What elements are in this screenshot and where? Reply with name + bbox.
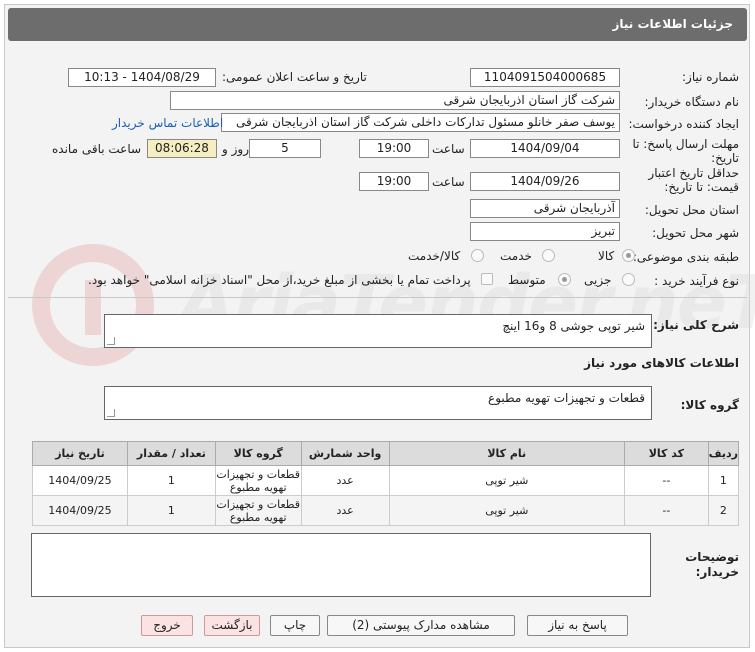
table-cell: عدد [300,495,390,526]
print-button[interactable]: چاپ [270,615,320,636]
table-cell: 1 [126,465,216,496]
process-radio-medium[interactable] [558,273,571,286]
table-cell: 1 [126,495,216,526]
validity-label: حداقل تاریخ اعتبار قیمت: تا تاریخ: [648,166,739,194]
goods-group-label: گروه کالا: [680,398,739,412]
buyer-notes-field [31,533,651,597]
category-radio-service[interactable] [542,249,555,262]
buyer-org-field: شرکت گاز استان اذربایجان شرقی [170,91,620,110]
deadline-label: مهلت ارسال پاسخ: تا تاریخ: [632,137,739,165]
table-cell: -- [623,465,709,496]
need-number-field: 1104091504000685 [470,68,620,87]
header-bar: جزئیات اطلاعات نیاز [8,8,747,41]
need-number-label: شماره نیاز: [682,70,739,84]
goods-section-title: اطلاعات کالاهای مورد نیاز [584,356,739,370]
table-cell: شیر توپی [388,495,625,526]
table-row: 1 -- شیر توپی عدد قطعات و تجهیزات تهویه … [32,465,740,496]
remaining-time-field: 08:06:28 [147,139,217,158]
buyer-org-label: نام دستگاه خریدار: [644,95,740,109]
table-cell: -- [623,495,709,526]
province-label: استان محل تحویل: [644,203,739,217]
announce-field: 1404/08/29 - 10:13 [68,68,216,87]
table-row: 2 -- شیر توپی عدد قطعات و تجهیزات تهویه … [32,495,740,526]
category-option-service: خدمت [500,249,532,263]
attachments-button[interactable]: مشاهده مدارک پیوستی (2) [327,615,515,636]
city-label: شهر محل تحویل: [652,226,739,240]
validity-time-field: 19:00 [359,172,429,191]
days-and-label: روز و [222,142,249,156]
deadline-time-label: ساعت [432,142,465,156]
section-divider [8,297,747,298]
column-header: نام کالا [388,441,625,466]
creator-field: یوسف صفر خانلو مسئول تدارکات داخلی شرکت … [221,113,620,132]
process-option-medium: متوسط [508,273,546,287]
goods-group-field: قطعات و تجهیزات تهویه مطبوع [104,386,652,420]
treasury-payment-checkbox[interactable] [481,273,493,285]
resize-handle-icon[interactable] [107,409,115,417]
table-cell: شیر توپی [388,465,625,496]
back-button[interactable]: بازگشت [204,615,260,636]
treasury-payment-note: پرداخت تمام یا بخشی از مبلغ خرید،از محل … [88,273,471,287]
category-option-goods: کالا [598,249,615,263]
table-cell: 1 [707,465,740,496]
announce-label: تاریخ و ساعت اعلان عمومی: [222,70,367,84]
table-cell: قطعات و تجهیزات تهویه مطبوع [214,495,302,526]
resize-handle-icon[interactable] [107,337,115,345]
summary-label: شرح کلی نیاز: [653,318,739,332]
summary-field: شیر توپی جوشی 8 و16 اینچ [104,314,652,348]
goods-table: ردیف کد کالا نام کالا واحد شمارش گروه کا… [32,441,740,526]
province-field: آذربایجان شرقی [470,199,620,218]
reply-button[interactable]: پاسخ به نیاز [527,615,628,636]
table-cell: عدد [300,465,390,496]
summary-text: شیر توپی جوشی 8 و16 اینچ [502,319,645,333]
column-header: واحد شمارش [300,441,390,466]
category-radio-goods-service[interactable] [471,249,484,262]
table-cell: 2 [707,495,740,526]
exit-button[interactable]: خروج [141,615,193,636]
deadline-date-field: 1404/09/04 [470,139,620,158]
table-cell: 1404/09/25 [32,465,128,496]
city-field: تبریز [470,222,620,241]
deadline-time-field: 19:00 [359,139,429,158]
column-header: کد کالا [623,441,709,466]
buyer-notes-label: توضیحات خریدار: [685,550,739,579]
validity-date-field: 1404/09/26 [470,172,620,191]
days-count-field: 5 [249,139,321,158]
process-label: نوع فرآیند خرید : [654,274,739,288]
category-radio-goods[interactable] [622,249,635,262]
category-label: طبقه بندی موضوعی: [632,250,739,264]
buyer-contact-link[interactable]: اطلاعات تماس خریدار [112,116,223,130]
column-header: ردیف [707,441,740,466]
process-option-minor: جزیی [584,273,612,287]
table-cell: 1404/09/25 [32,495,128,526]
table-header-row: ردیف کد کالا نام کالا واحد شمارش گروه کا… [32,441,740,466]
process-radio-minor[interactable] [622,273,635,286]
page-title: جزئیات اطلاعات نیاز [612,17,733,31]
column-header: تعداد / مقدار [126,441,216,466]
validity-time-label: ساعت [432,175,465,189]
table-cell: قطعات و تجهیزات تهویه مطبوع [214,465,302,496]
creator-label: ایجاد کننده درخواست: [628,117,739,131]
goods-group-text: قطعات و تجهیزات تهویه مطبوع [488,391,645,405]
remaining-label: ساعت باقی مانده [52,142,142,156]
column-header: گروه کالا [214,441,302,466]
category-option-goods-service: کالا/خدمت [408,249,461,263]
column-header: تاریخ نیاز [32,441,128,466]
